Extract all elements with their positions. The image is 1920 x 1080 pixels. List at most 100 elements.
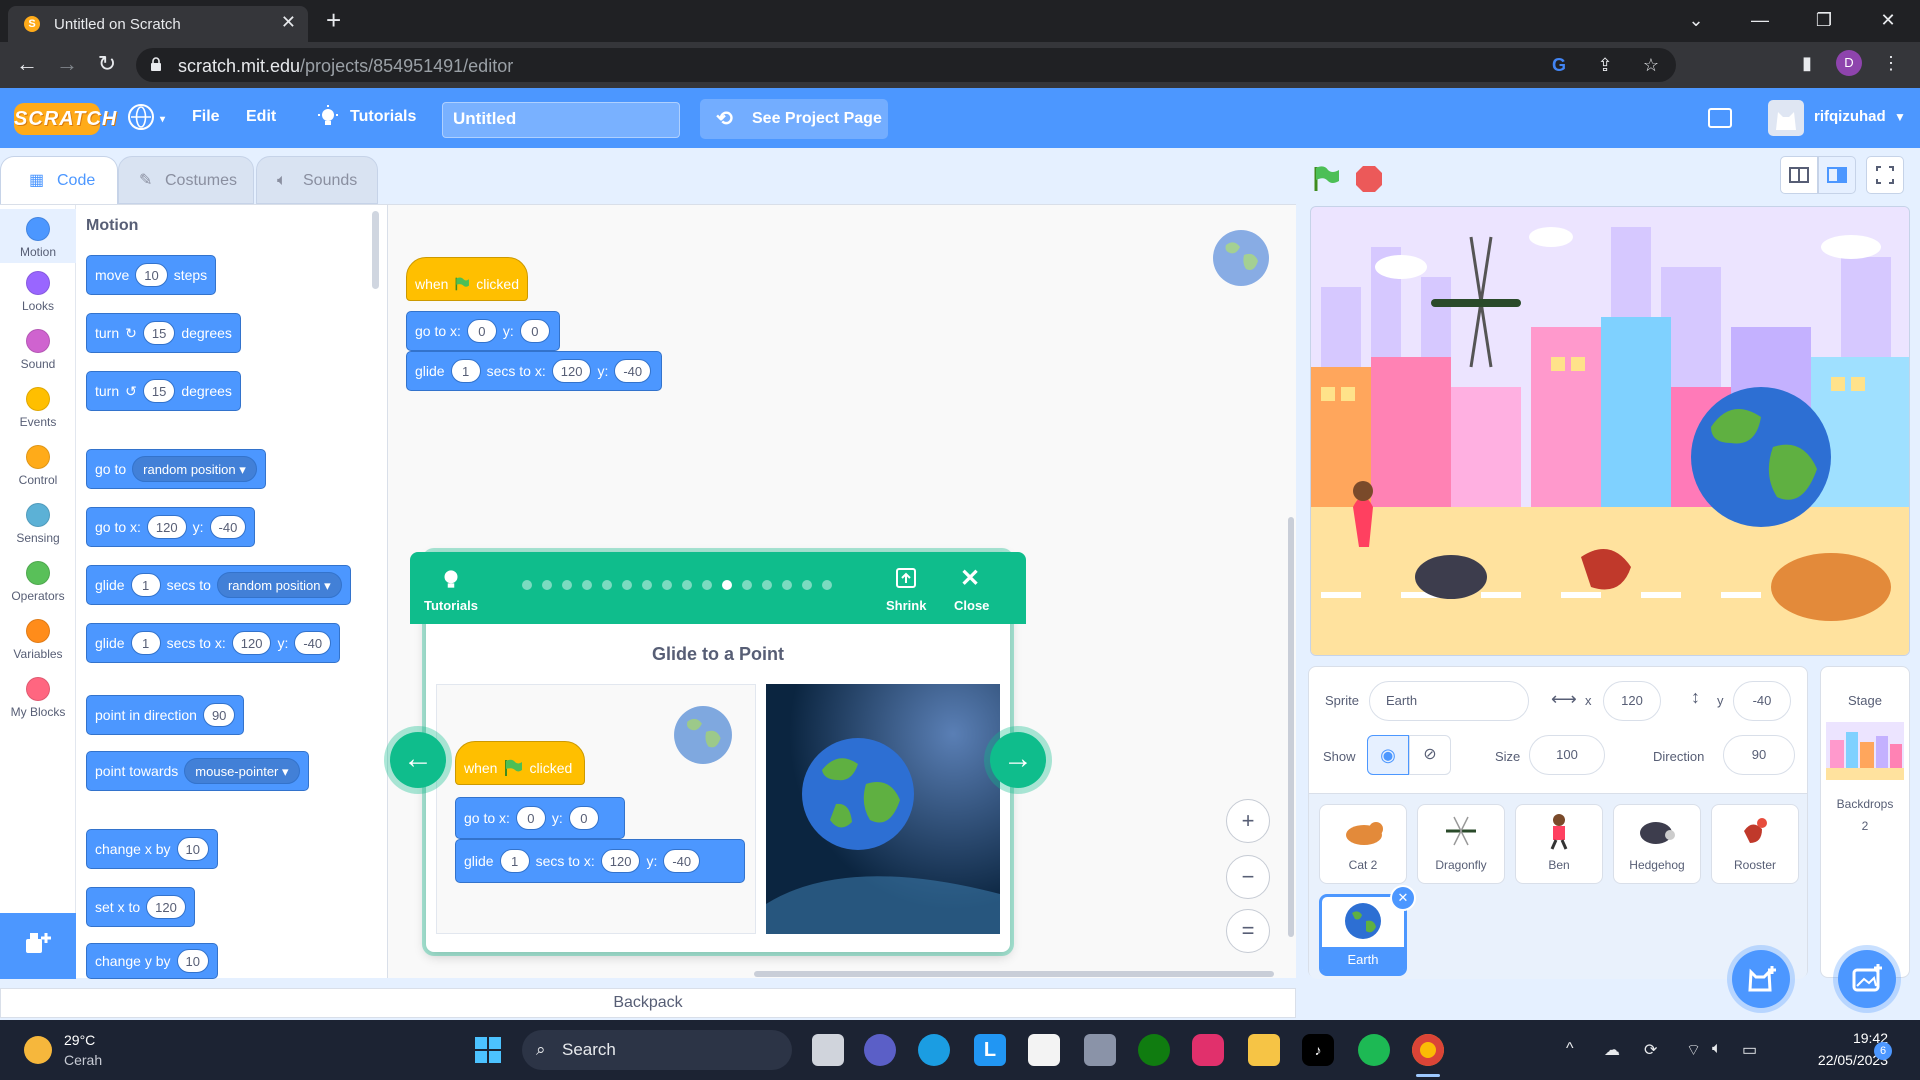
account-chevron-icon[interactable]: ▼ — [1894, 110, 1906, 124]
weather-temp[interactable]: 29°C — [64, 1032, 95, 1048]
block-move-steps[interactable]: move 10 steps — [86, 255, 217, 295]
block-input[interactable]: 1 — [450, 359, 481, 383]
close-tab-icon[interactable]: ✕ — [281, 12, 296, 33]
step-dot[interactable] — [622, 580, 632, 590]
taskbar-search[interactable]: ⌕ Search — [522, 1030, 792, 1070]
onedrive-cloud-icon[interactable]: ☁ — [1604, 1040, 1620, 1060]
block-input[interactable]: 0 — [519, 319, 550, 343]
zoom-in-button[interactable]: + — [1226, 799, 1270, 843]
block-glide-xy[interactable]: glide 1 secs to x: 120 y: -40 — [86, 623, 341, 663]
block-input[interactable]: 120 — [146, 895, 186, 919]
tutorials-label[interactable]: Tutorials — [424, 598, 478, 613]
show-hidden-icons-chevron-icon[interactable]: ^ — [1566, 1040, 1574, 1058]
windows-start-icon[interactable] — [472, 1034, 504, 1066]
block-change-x[interactable]: change x by 10 — [86, 829, 218, 869]
block-input[interactable]: 120 — [231, 631, 272, 655]
shrink-button[interactable]: Shrink — [886, 598, 926, 613]
step-dot[interactable] — [722, 580, 732, 590]
block-turn-left[interactable]: turn ↺ 15 degrees — [86, 371, 241, 411]
close-icon[interactable]: ✕ — [960, 564, 980, 593]
step-dot[interactable] — [822, 580, 832, 590]
workspace-vertical-scrollbar[interactable] — [1288, 517, 1294, 937]
instagram-icon[interactable] — [1192, 1034, 1224, 1066]
tab-code[interactable]: ▦ Code — [0, 156, 118, 204]
block-turn-right[interactable]: turn ↻ 15 degrees — [86, 313, 241, 353]
block-input[interactable]: 90 — [202, 703, 236, 727]
block-point-direction[interactable]: point in direction 90 — [86, 695, 245, 735]
category-sound[interactable]: Sound — [0, 329, 76, 371]
step-dot[interactable] — [702, 580, 712, 590]
block-input[interactable]: 120 — [551, 359, 592, 383]
block-glide-xy[interactable]: glide 1 secs to x: 120 y: -40 — [406, 351, 662, 391]
l-app-icon[interactable]: L — [974, 1034, 1006, 1066]
google-lens-icon[interactable]: G — [1548, 54, 1570, 76]
step-dot[interactable] — [602, 580, 612, 590]
project-title-input[interactable]: Untitled — [442, 102, 680, 138]
block-when-flag-clicked[interactable]: when clicked — [406, 257, 528, 301]
reload-icon[interactable]: ↻ — [92, 52, 122, 76]
step-dot[interactable] — [762, 580, 772, 590]
block-input[interactable]: 10 — [135, 263, 168, 287]
block-input[interactable]: 0 — [466, 319, 497, 343]
sprite-tile-rooster[interactable]: Rooster — [1711, 804, 1799, 884]
profile-avatar[interactable]: D — [1836, 50, 1862, 76]
sprite-tile-hedgehog[interactable]: Hedgehog — [1613, 804, 1701, 884]
delete-sprite-trash-icon[interactable]: ✕ — [1390, 885, 1416, 911]
block-dropdown[interactable]: random position ▾ — [216, 572, 342, 598]
language-globe-icon[interactable] — [128, 104, 154, 130]
small-stage-button[interactable] — [1780, 156, 1818, 194]
scratch-logo[interactable]: SCRATCH — [14, 103, 116, 135]
step-dot[interactable] — [662, 580, 672, 590]
block-input[interactable]: -40 — [614, 359, 652, 383]
palette-scrollbar[interactable] — [372, 211, 379, 289]
see-project-page-button[interactable]: ⟲ See Project Page — [700, 99, 888, 139]
volume-icon[interactable]: 🔈︎ — [1712, 1040, 1722, 1058]
task-view-icon[interactable] — [812, 1034, 844, 1066]
block-go-to-xy[interactable]: go to x: 120 y: -40 — [86, 507, 256, 547]
category-events[interactable]: Events — [0, 387, 76, 429]
forward-icon[interactable]: → — [52, 52, 82, 76]
block-input[interactable]: -40 — [294, 631, 332, 655]
microsoft-store-icon[interactable] — [1028, 1034, 1060, 1066]
fullscreen-button[interactable] — [1866, 156, 1904, 194]
my-stuff-folder-icon[interactable] — [1708, 108, 1732, 128]
block-input[interactable]: 15 — [142, 321, 176, 345]
block-input[interactable]: 120 — [146, 515, 187, 539]
step-dot[interactable] — [582, 580, 592, 590]
category-looks[interactable]: Looks — [0, 271, 76, 313]
category-operators[interactable]: Operators — [0, 561, 76, 603]
share-icon[interactable]: ⇪ — [1594, 54, 1616, 76]
xbox-icon[interactable] — [1138, 1034, 1170, 1066]
block-input[interactable]: 1 — [130, 573, 161, 597]
add-extension-button[interactable] — [0, 913, 76, 979]
block-dropdown[interactable]: random position ▾ — [132, 456, 257, 482]
step-dot[interactable] — [682, 580, 692, 590]
block-point-towards[interactable]: point towards mouse-pointer ▾ — [86, 751, 309, 791]
sprite-direction-input[interactable]: 90 — [1723, 735, 1795, 775]
large-stage-button[interactable] — [1818, 156, 1856, 194]
step-dot[interactable] — [522, 580, 532, 590]
block-change-y[interactable]: change y by 10 — [86, 943, 218, 979]
step-dot[interactable] — [542, 580, 552, 590]
choose-backdrop-button[interactable] — [1838, 950, 1896, 1008]
sprite-tile-ben[interactable]: Ben — [1515, 804, 1603, 884]
step-dot[interactable] — [642, 580, 652, 590]
chrome-icon[interactable] — [1412, 1034, 1444, 1066]
edit-menu[interactable]: Edit — [246, 108, 276, 126]
file-explorer-icon[interactable] — [1248, 1034, 1280, 1066]
green-flag-icon[interactable] — [1312, 166, 1340, 192]
block-glide-to[interactable]: glide 1 secs to random position ▾ — [86, 565, 351, 605]
minimize-icon[interactable]: — — [1728, 0, 1792, 42]
notification-badge[interactable]: 6 — [1874, 1042, 1892, 1060]
stage-canvas[interactable] — [1310, 206, 1910, 656]
sprite-tile-dragonfly[interactable]: Dragonfly — [1417, 804, 1505, 884]
sync-icon[interactable]: ⟳ — [1644, 1040, 1657, 1060]
sprite-y-input[interactable]: -40 — [1733, 681, 1791, 721]
workspace-horizontal-scrollbar[interactable] — [754, 971, 1274, 977]
close-button[interactable]: Close — [954, 598, 989, 613]
category-variables[interactable]: Variables — [0, 619, 76, 661]
sprite-size-input[interactable]: 100 — [1529, 735, 1605, 775]
window-close-icon[interactable]: ✕ — [1856, 0, 1920, 42]
choose-sprite-button[interactable] — [1732, 950, 1790, 1008]
block-input[interactable]: 15 — [142, 379, 176, 403]
